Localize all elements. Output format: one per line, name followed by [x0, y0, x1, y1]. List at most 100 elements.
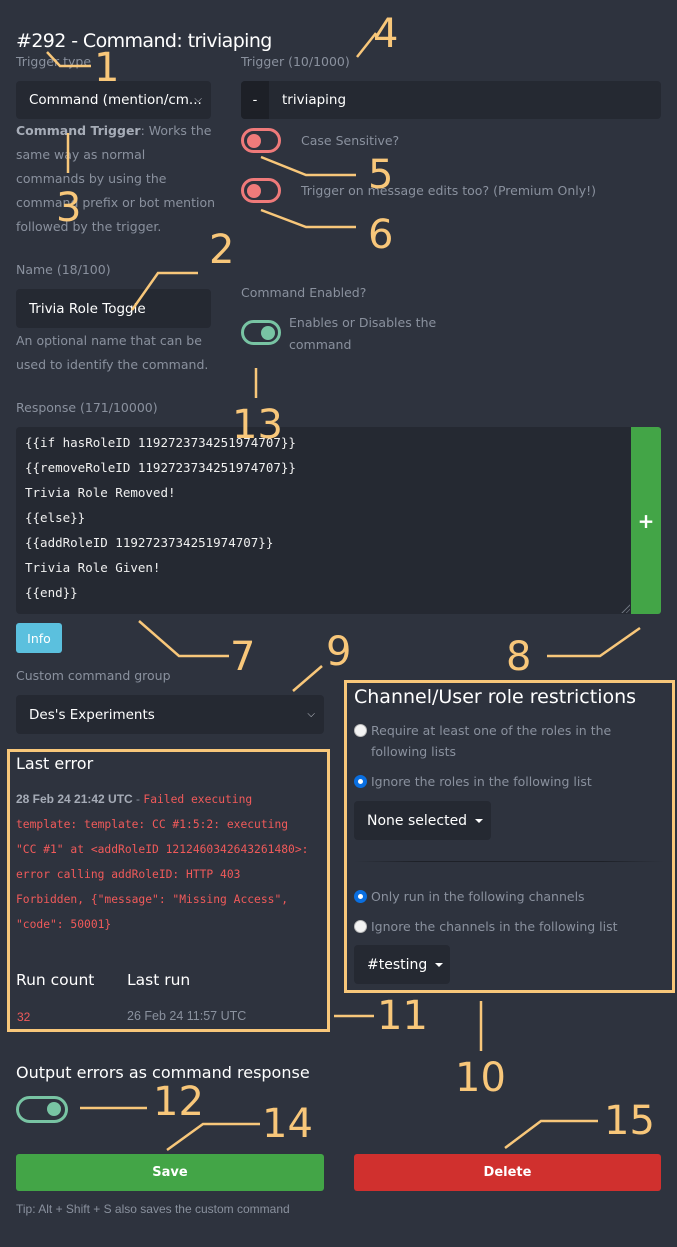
command-enabled-toggle[interactable]	[241, 320, 281, 345]
info-button[interactable]: Info	[16, 623, 62, 653]
radio-checked[interactable]	[354, 890, 367, 903]
caret-down-icon	[435, 962, 444, 967]
channels-dropdown-value: #testing	[367, 956, 428, 973]
role-option-ignore[interactable]: Ignore the roles in the following list	[354, 771, 666, 792]
radio-unchecked[interactable]	[354, 724, 367, 737]
annotation-13: 13	[232, 402, 283, 448]
response-textarea[interactable]: {{if hasRoleID 1192723734251974707}} {{r…	[16, 427, 631, 614]
annotation-2: 2	[209, 227, 235, 273]
toggle-knob	[247, 133, 261, 148]
trigger-type-label: Trigger type	[16, 54, 92, 69]
annotation-line-6	[260, 208, 356, 229]
annotation-line-5	[260, 155, 356, 177]
error-line: "CC #1" at <addRoleID 121246034264326148…	[16, 843, 309, 856]
trigger-label: Trigger (10/1000)	[241, 54, 350, 69]
role-option-require[interactable]: Require at least one of the roles in the…	[354, 720, 666, 762]
annotation-9: 9	[326, 629, 352, 675]
trigger-value: triviaping	[282, 92, 347, 108]
chevron-down-icon: ⌵	[307, 708, 315, 720]
error-line: Forbidden, {"message": "Missing Access",	[16, 893, 289, 906]
roles-dropdown-value: None selected	[367, 812, 468, 829]
error-line: error calling addRoleID: HTTP 403	[16, 868, 241, 881]
case-sensitive-label: Case Sensitive?	[301, 133, 400, 148]
response-line: {{end}}	[25, 585, 78, 600]
annotation-line-7	[138, 620, 229, 658]
channel-option-ignore[interactable]: Ignore the channels in the following lis…	[354, 916, 666, 937]
radio-checked[interactable]	[354, 775, 367, 788]
annotation-6: 6	[368, 212, 394, 258]
name-label: Name (18/100)	[16, 262, 111, 277]
channel-restriction-group: Only run in the following channels Ignor…	[354, 886, 666, 937]
annotation-12: 12	[153, 1079, 204, 1125]
caret-down-icon	[475, 818, 484, 823]
trigger-type-help: Command Trigger: Works the same way as n…	[16, 119, 216, 239]
error-timestamp: 28 Feb 24 21:42 UTC	[16, 792, 133, 806]
annotation-5: 5	[368, 152, 394, 198]
toggle-knob	[247, 183, 261, 198]
trigger-on-edits-label: Trigger on message edits too? (Premium O…	[301, 183, 597, 198]
annotation-1: 1	[94, 45, 120, 91]
annotation-line-14	[166, 1122, 260, 1152]
response-line: Trivia Role Given!	[25, 560, 161, 575]
output-errors-toggle[interactable]	[16, 1096, 68, 1123]
error-separator: -	[132, 792, 144, 806]
channel-option-label: Ignore the channels in the following lis…	[371, 919, 618, 934]
save-tip: Tip: Alt + Shift + S also saves the cust…	[16, 1202, 290, 1216]
trigger-type-help-text: : Works the same way as normal commands …	[16, 123, 216, 234]
response-line: {{removeRoleID 1192723734251974707}}	[25, 460, 296, 475]
last-run-label: Last run	[127, 971, 191, 989]
annotation-line-9	[292, 665, 323, 692]
channel-option-only[interactable]: Only run in the following channels	[354, 886, 666, 907]
add-response-button[interactable]: +	[631, 427, 661, 614]
annotation-7: 7	[230, 634, 256, 680]
save-button[interactable]: Save	[16, 1154, 324, 1191]
command-enabled-heading: Command Enabled?	[241, 285, 367, 300]
annotation-8: 8	[506, 634, 532, 680]
response-line: {{addRoleID 1192723734251974707}}	[25, 535, 274, 550]
trigger-input[interactable]: - triviaping	[241, 81, 661, 119]
roles-dropdown[interactable]: None selected	[354, 801, 491, 840]
error-line: "code": 50001}	[16, 918, 112, 931]
annotation-line-8	[547, 626, 641, 658]
role-option-label: Require at least one of the roles in the…	[371, 723, 612, 759]
annotation-10: 10	[455, 1055, 506, 1101]
toggle-knob	[261, 325, 275, 340]
response-line: {{else}}	[25, 510, 86, 525]
channel-option-label: Only run in the following channels	[371, 889, 585, 904]
last-error-message: 28 Feb 24 21:42 UTC - Failed executing t…	[16, 787, 326, 937]
restrictions-heading: Channel/User role restrictions	[354, 686, 637, 708]
role-option-label: Ignore the roles in the following list	[371, 774, 592, 789]
command-enabled-label: Enables or Disables the command	[289, 315, 437, 352]
channels-dropdown[interactable]: #testing	[354, 945, 450, 984]
page-title: #292 - Command: triviaping	[16, 30, 272, 52]
annotation-15: 15	[604, 1098, 655, 1144]
name-input[interactable]: Trivia Role Toggle	[16, 289, 211, 328]
name-value: Trivia Role Toggle	[29, 300, 146, 317]
response-line: Trivia Role Removed!	[25, 485, 176, 500]
name-help: An optional name that can be used to ide…	[16, 333, 209, 372]
annotation-3: 3	[56, 185, 82, 231]
section-divider	[354, 861, 664, 862]
annotation-4: 4	[373, 11, 399, 57]
trigger-type-help-title: Command Trigger	[16, 123, 141, 138]
trigger-type-value: Command (mention/cm...	[29, 92, 202, 108]
last-run-value: 26 Feb 24 11:57 UTC	[127, 1009, 247, 1023]
radio-unchecked[interactable]	[354, 920, 367, 933]
trigger-prefix: -	[241, 81, 269, 119]
case-sensitive-toggle[interactable]	[241, 128, 281, 153]
annotation-11: 11	[377, 993, 428, 1039]
delete-button[interactable]: Delete	[354, 1154, 661, 1191]
toggle-knob	[47, 1102, 61, 1116]
chevron-down-icon: ⌵	[194, 93, 202, 105]
group-value: Des's Experiments	[29, 706, 155, 723]
response-line: {{if hasRoleID 1192723734251974707}}	[25, 435, 296, 450]
annotation-14: 14	[262, 1101, 313, 1147]
response-label: Response (171/10000)	[16, 400, 158, 415]
error-line: template: template: CC #1:5:2: executing	[16, 818, 289, 831]
group-select[interactable]: Des's Experiments ⌵	[16, 695, 324, 734]
annotation-line-15	[504, 1119, 598, 1149]
group-label: Custom command group	[16, 668, 171, 683]
role-restriction-group: Require at least one of the roles in the…	[354, 720, 666, 792]
last-error-heading: Last error	[16, 754, 94, 773]
trigger-on-edits-toggle[interactable]	[241, 178, 281, 203]
